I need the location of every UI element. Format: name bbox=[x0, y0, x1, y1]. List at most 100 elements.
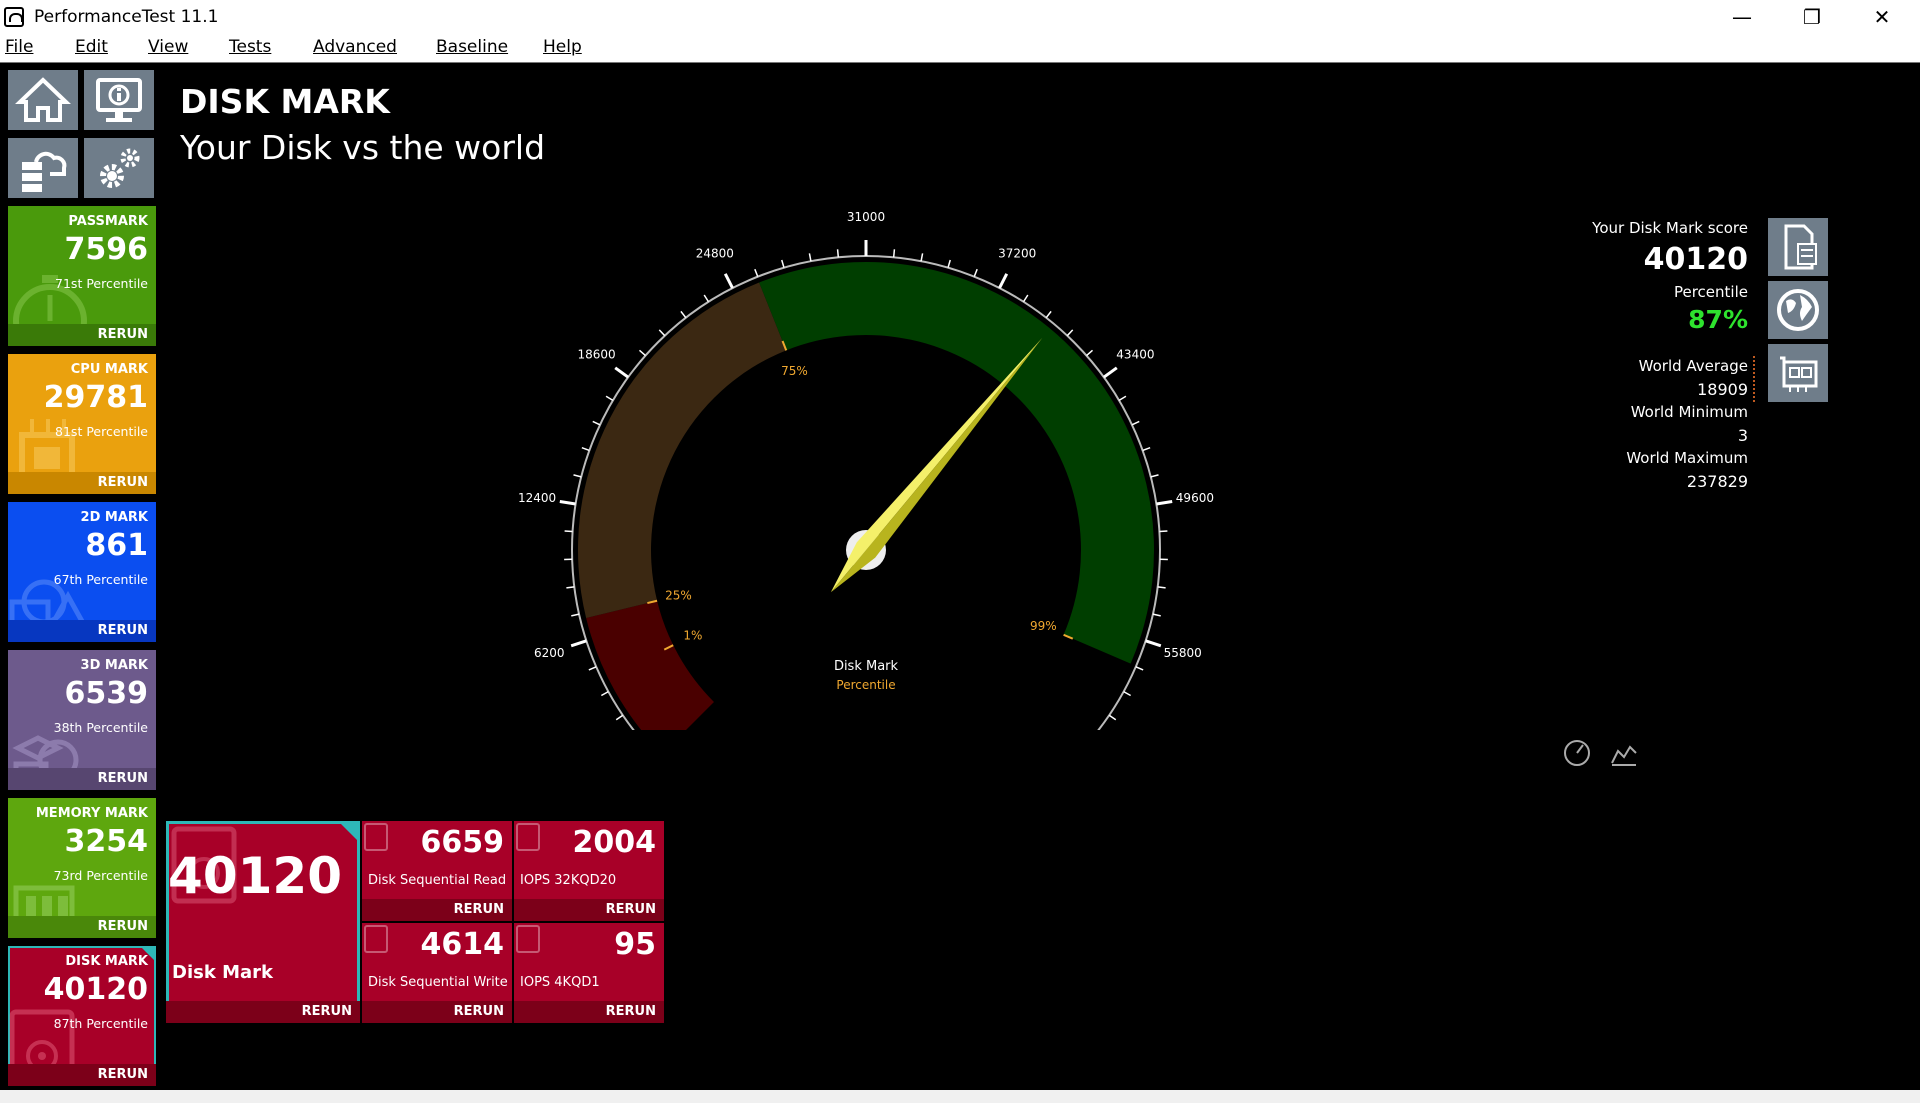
circuit-card-icon bbox=[1780, 356, 1818, 392]
gauge-tick-label: 31000 bbox=[847, 210, 885, 224]
gauge-percentile-label: 75% bbox=[781, 364, 808, 378]
disk-mark-main-tile[interactable]: 40120 Disk Mark RERUN bbox=[166, 821, 360, 1023]
menu-help[interactable]: Help bbox=[543, 37, 582, 57]
gauge-minor-tick bbox=[615, 714, 624, 721]
gauge-minor-tick bbox=[703, 294, 710, 303]
minimize-button[interactable]: — bbox=[1712, 0, 1772, 34]
menu-edit[interactable]: Edit bbox=[75, 37, 108, 57]
tile-name: MEMORY MARK bbox=[35, 806, 148, 821]
subtest-tile-iops-4kqd1[interactable]: 95 IOPS 4KQD1 RERUN bbox=[514, 923, 664, 1023]
menu-file[interactable]: File bbox=[5, 37, 33, 57]
subtest-label: Disk Sequential Write bbox=[368, 975, 508, 990]
subtest-label: IOPS 4KQD1 bbox=[520, 975, 600, 990]
hard-drive-icon bbox=[364, 823, 388, 851]
gauge-minor-tick bbox=[1131, 420, 1140, 426]
tile-name: CPU MARK bbox=[70, 362, 148, 377]
menu-view[interactable]: View bbox=[148, 37, 188, 57]
disk-mark-score: 40120 bbox=[168, 847, 342, 905]
gauge-minor-tick bbox=[592, 420, 601, 426]
rerun-button[interactable]: RERUN bbox=[514, 899, 664, 921]
gauge-minor-tick bbox=[781, 259, 785, 268]
rerun-button[interactable]: RERUN bbox=[166, 1001, 360, 1023]
cpu-mark-tile[interactable]: CPU MARK 29781 81st Percentile RERUN bbox=[8, 354, 156, 494]
3d-mark-tile[interactable]: 3D MARK 6539 38th Percentile RERUN bbox=[8, 650, 156, 790]
tile-percentile: 81st Percentile bbox=[55, 424, 148, 439]
gauge-minor-tick bbox=[600, 690, 609, 697]
passmark-tile[interactable]: PASSMARK 7596 71st Percentile RERUN bbox=[8, 206, 156, 346]
gauge-minor-tick bbox=[1108, 714, 1117, 721]
gauge-minor-tick bbox=[973, 268, 978, 277]
world-average-value: 18909 bbox=[1697, 380, 1748, 399]
save-report-button[interactable] bbox=[1768, 218, 1828, 276]
world-maximum-value: 237829 bbox=[1686, 472, 1748, 491]
gauge-minor-tick bbox=[947, 259, 951, 268]
gauge-major-tick bbox=[559, 500, 576, 506]
tile-percentile: 71st Percentile bbox=[55, 276, 148, 291]
gauge-band-mid bbox=[578, 282, 787, 618]
selected-corner-indicator bbox=[338, 821, 360, 843]
rerun-button[interactable]: RERUN bbox=[8, 472, 156, 494]
gauge-major-tick bbox=[998, 273, 1009, 289]
gauge-minor-tick bbox=[588, 666, 597, 671]
hardware-button[interactable] bbox=[1768, 344, 1828, 402]
2d-mark-tile[interactable]: 2D MARK 861 67th Percentile RERUN bbox=[8, 502, 156, 642]
menu-baseline[interactable]: Baseline bbox=[436, 37, 508, 57]
gauge-minor-tick bbox=[1159, 530, 1168, 533]
world-minimum-label: World Minimum bbox=[1630, 403, 1748, 421]
menu-bar: File Edit View Tests Advanced Baseline H… bbox=[0, 34, 1920, 63]
gauge-tick-label: 18600 bbox=[578, 347, 616, 361]
rerun-button[interactable]: RERUN bbox=[362, 1001, 512, 1023]
gauge-percentile-label: 1% bbox=[683, 628, 702, 642]
memory-mark-tile[interactable]: MEMORY MARK 3254 73rd Percentile RERUN bbox=[8, 798, 156, 938]
tile-score: 3254 bbox=[64, 824, 149, 859]
rerun-button[interactable]: RERUN bbox=[8, 1064, 156, 1086]
home-button[interactable] bbox=[8, 70, 78, 130]
hard-drive-icon bbox=[516, 823, 540, 851]
restore-button[interactable]: ❐ bbox=[1782, 0, 1842, 34]
system-info-button[interactable] bbox=[84, 70, 154, 130]
world-compare-button[interactable] bbox=[1768, 281, 1828, 339]
tile-score: 29781 bbox=[43, 380, 148, 415]
menu-advanced[interactable]: Advanced bbox=[313, 37, 397, 57]
settings-button[interactable] bbox=[84, 138, 154, 198]
rerun-button[interactable]: RERUN bbox=[8, 324, 156, 346]
menu-tests[interactable]: Tests bbox=[229, 37, 271, 57]
rerun-button[interactable]: RERUN bbox=[8, 620, 156, 642]
page-title: DISK MARK bbox=[180, 82, 390, 121]
gauge-view-icon[interactable] bbox=[1563, 739, 1591, 767]
tile-score: 6539 bbox=[64, 676, 149, 711]
disk-mark-tile[interactable]: DISK MARK 40120 87th Percentile RERUN bbox=[8, 946, 156, 1086]
tile-percentile: 87th Percentile bbox=[53, 1016, 148, 1031]
gauge-minor-tick bbox=[1157, 586, 1166, 589]
tile-score: 7596 bbox=[64, 232, 149, 267]
subtest-tile-iops-32kqd20[interactable]: 2004 IOPS 32KQD20 RERUN bbox=[514, 821, 664, 921]
home-icon bbox=[15, 77, 71, 122]
subtest-tile-seq-read[interactable]: 6659 Disk Sequential Read RERUN bbox=[362, 821, 512, 921]
page-subtitle: Your Disk vs the world bbox=[180, 128, 546, 167]
status-bar bbox=[0, 1090, 1920, 1103]
app-icon bbox=[4, 7, 24, 27]
gauge-minor-tick bbox=[754, 268, 759, 277]
close-button[interactable]: ✕ bbox=[1852, 0, 1912, 34]
rerun-button[interactable]: RERUN bbox=[362, 899, 512, 921]
rerun-button[interactable]: RERUN bbox=[8, 916, 156, 938]
tile-name: PASSMARK bbox=[68, 214, 148, 229]
cloud-database-button[interactable] bbox=[8, 138, 78, 198]
gauge-band-high bbox=[759, 262, 1154, 664]
gauge-tick-label: 12400 bbox=[518, 491, 556, 505]
rerun-button[interactable]: RERUN bbox=[8, 768, 156, 790]
gauge-minor-tick bbox=[892, 249, 896, 258]
gauge-minor-tick bbox=[1123, 690, 1132, 697]
world-average-label: World Average bbox=[1638, 357, 1748, 375]
gauge-minor-tick bbox=[1066, 329, 1074, 337]
gauge-minor-tick bbox=[1022, 294, 1029, 303]
rerun-button[interactable]: RERUN bbox=[514, 1001, 664, 1023]
gauge-minor-tick bbox=[566, 586, 575, 589]
chart-view-icon[interactable] bbox=[1610, 739, 1638, 767]
subtest-tile-seq-write[interactable]: 4614 Disk Sequential Write RERUN bbox=[362, 923, 512, 1023]
subtest-label: Disk Sequential Read bbox=[368, 873, 507, 888]
score-label: Your Disk Mark score bbox=[1592, 219, 1748, 237]
gauge-minor-tick bbox=[1135, 666, 1144, 671]
gauge-minor-tick bbox=[564, 530, 573, 533]
gauge-tick-label: 6200 bbox=[534, 646, 565, 660]
